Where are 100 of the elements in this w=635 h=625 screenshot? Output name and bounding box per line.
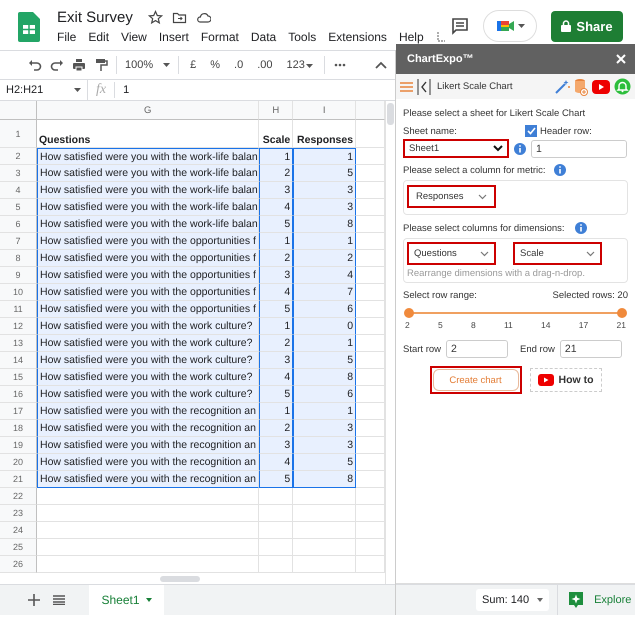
row-number[interactable]: 6: [0, 216, 37, 233]
add-icon[interactable]: [28, 594, 40, 606]
field-label: End row: [520, 344, 555, 354]
undo-icon[interactable]: [28, 58, 42, 72]
table-cell: 2: [259, 250, 294, 267]
row-number[interactable]: 20: [0, 454, 37, 471]
last-edit-icon[interactable]: [436, 31, 446, 43]
document-title[interactable]: Exit Survey: [57, 8, 133, 26]
start-row-field[interactable]: 2: [446, 340, 508, 358]
tick-label: 14: [541, 320, 550, 330]
row-number[interactable]: 19: [0, 437, 37, 454]
row-number[interactable]: 26: [0, 556, 37, 573]
info-icon[interactable]: [554, 164, 566, 176]
table-cell: How satisfied were you with the work-life balan: [37, 165, 260, 182]
table-cell: 3: [259, 267, 294, 284]
name-box[interactable]: H2:H21: [0, 80, 88, 100]
dimension-dropdown[interactable]: Scale: [513, 242, 602, 265]
meet-button[interactable]: [483, 10, 537, 42]
dimension-dropdown[interactable]: Questions: [407, 242, 496, 265]
row-number[interactable]: 24: [0, 522, 37, 539]
menu-item[interactable]: File: [57, 30, 82, 44]
how-to-button[interactable]: How to: [530, 368, 602, 392]
magic-wand-icon[interactable]: [554, 78, 570, 94]
row-number[interactable]: 2: [0, 148, 37, 165]
row-number[interactable]: 23: [0, 505, 37, 522]
format-button[interactable]: .00: [257, 59, 273, 71]
format-button[interactable]: .0: [234, 59, 244, 71]
row-number[interactable]: 7: [0, 233, 37, 250]
back-icon[interactable]: [417, 78, 431, 96]
menu-item[interactable]: Edit: [88, 30, 116, 44]
table-cell: 3: [293, 182, 356, 199]
row-number[interactable]: 5: [0, 199, 37, 216]
row-number[interactable]: 4: [0, 182, 37, 199]
row-number[interactable]: 12: [0, 318, 37, 335]
end-row-field[interactable]: 21: [560, 340, 622, 358]
format-button[interactable]: £: [190, 59, 196, 71]
sheets-logo[interactable]: [18, 12, 40, 42]
row-number[interactable]: 10: [0, 284, 37, 301]
row-number[interactable]: 3: [0, 165, 37, 182]
scrollbar-thumb[interactable]: [387, 103, 394, 125]
row-number[interactable]: 15: [0, 369, 37, 386]
column-header[interactable]: G: [37, 101, 260, 120]
info-icon[interactable]: [574, 222, 587, 234]
create-chart-button[interactable]: Create chart: [432, 369, 518, 391]
slider-handle[interactable]: [617, 308, 627, 318]
print-icon[interactable]: [72, 58, 86, 72]
table-cell: How satisfied were you with the work-life balan: [37, 148, 260, 165]
menu-item[interactable]: Format: [200, 30, 245, 44]
video-play-icon[interactable]: [592, 80, 610, 94]
row-number[interactable]: 11: [0, 301, 37, 318]
explore-button[interactable]: Explore: [594, 594, 632, 606]
format-button[interactable]: %: [210, 59, 220, 71]
row-number[interactable]: 17: [0, 403, 37, 420]
comment-icon[interactable]: [451, 17, 469, 35]
corner-cell[interactable]: [0, 101, 37, 120]
paint-roller-icon[interactable]: [94, 58, 108, 72]
menu-item[interactable]: Help: [398, 30, 430, 44]
table-cell: 1: [259, 318, 294, 335]
menu-item[interactable]: Extensions: [328, 30, 393, 44]
menu-item[interactable]: Tools: [288, 30, 322, 44]
explore-icon[interactable]: [568, 591, 584, 609]
column-header[interactable]: H: [259, 101, 294, 120]
menu-item[interactable]: Data: [250, 30, 282, 44]
row-number[interactable]: 16: [0, 386, 37, 403]
database-icon[interactable]: [574, 78, 588, 96]
header-row-field[interactable]: 1: [531, 140, 627, 158]
info-icon[interactable]: [514, 142, 526, 154]
format-button[interactable]: 123: [286, 59, 313, 71]
bell-icon[interactable]: [614, 78, 631, 95]
row-number[interactable]: 18: [0, 420, 37, 437]
table-cell: 1: [293, 403, 356, 420]
menu-icon[interactable]: [400, 82, 413, 92]
zoom-dropdown[interactable]: 100%: [125, 59, 170, 71]
slider-handle[interactable]: [404, 308, 414, 318]
share-button[interactable]: Share: [551, 10, 623, 42]
row-number[interactable]: 14: [0, 352, 37, 369]
row-number[interactable]: 9: [0, 267, 37, 284]
star-icon[interactable]: [148, 10, 163, 24]
header-row-checkbox[interactable]: [525, 125, 537, 137]
sheet-tab[interactable]: Sheet1: [89, 585, 164, 615]
row-number[interactable]: 21: [0, 471, 37, 488]
row-number[interactable]: 8: [0, 250, 37, 267]
sum-dropdown[interactable]: Sum: 140: [476, 589, 550, 611]
tick-label: 17: [578, 320, 588, 330]
column-header[interactable]: I: [293, 101, 356, 120]
row-number[interactable]: 25: [0, 539, 37, 556]
scrollbar-thumb[interactable]: [160, 576, 200, 582]
sheet-dropdown[interactable]: Sheet1: [403, 139, 509, 158]
redo-icon[interactable]: [50, 58, 64, 72]
row-number[interactable]: 22: [0, 488, 37, 505]
row-number[interactable]: 13: [0, 335, 37, 352]
menu-item[interactable]: View: [121, 30, 153, 44]
menu-item[interactable]: Insert: [158, 30, 195, 44]
row-number[interactable]: 1: [0, 120, 37, 148]
metric-dropdown[interactable]: Responses: [407, 185, 496, 208]
list-icon[interactable]: [53, 595, 65, 605]
close-icon[interactable]: [615, 53, 627, 65]
formula-field[interactable]: 1: [115, 84, 130, 96]
table-cell: How satisfied were you with the work culture?: [37, 369, 260, 386]
collapse-icon[interactable]: [375, 61, 387, 69]
